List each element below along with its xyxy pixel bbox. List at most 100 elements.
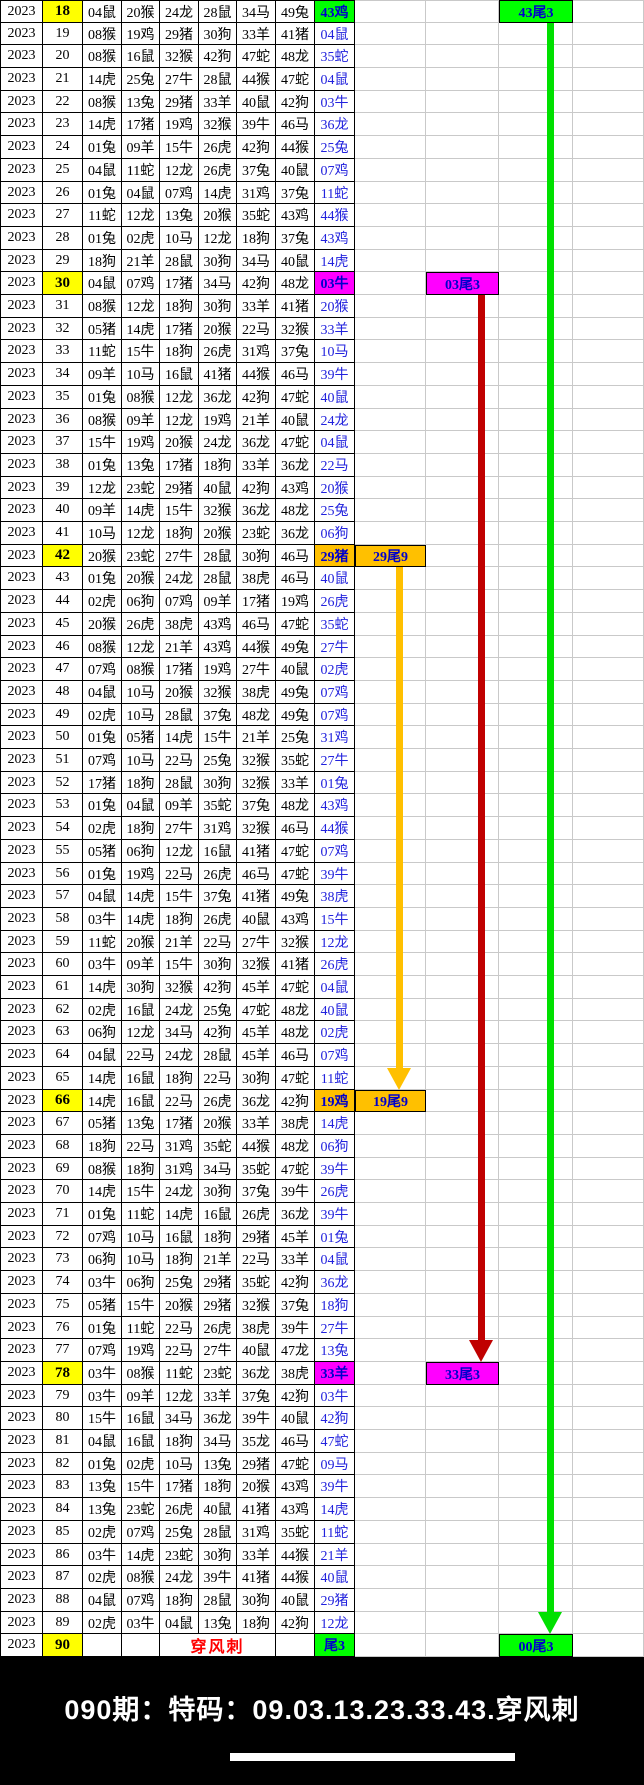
annotation-empty-cell: [573, 999, 644, 1021]
annotation-empty-cell: [573, 91, 644, 113]
number-cell: 30狗: [199, 772, 237, 794]
number-cell: 40鼠: [237, 908, 276, 931]
period-cell: 20: [43, 45, 83, 68]
number-cell: 49兔: [276, 704, 315, 726]
number-cell: 32猴: [199, 681, 237, 704]
number-cell: 28鼠: [199, 567, 237, 590]
number-cell: 07鸡: [122, 1589, 160, 1612]
period-cell: 33: [43, 340, 83, 363]
annotation-empty-cell: [426, 1248, 499, 1271]
number-cell: 07鸡: [83, 749, 122, 772]
annotation-empty-cell: [573, 409, 644, 431]
period-cell: 18: [43, 0, 83, 23]
number-cell: 35蛇: [237, 204, 276, 227]
number-cell: 25兔: [122, 68, 160, 91]
period-cell: 46: [43, 636, 83, 658]
year-cell: 2023: [0, 409, 43, 431]
annotation-empty-cell: [573, 953, 644, 976]
number-cell: 38虎: [237, 681, 276, 704]
number-cell: 46马: [276, 545, 315, 567]
special-number-cell: 44猴: [315, 817, 355, 840]
number-cell: 18狗: [160, 908, 199, 931]
number-cell: 23蛇: [122, 477, 160, 499]
number-cell: 01兔: [83, 567, 122, 590]
number-cell: 31鸡: [199, 817, 237, 840]
number-cell: 15牛: [160, 136, 199, 159]
annotation-empty-cell: [355, 885, 426, 908]
annotation-empty-cell: [426, 227, 499, 250]
annotation-empty-cell: [426, 477, 499, 499]
number-cell: 34马: [237, 0, 276, 23]
number-cell: 26虎: [160, 1498, 199, 1521]
annotation-empty-cell: [355, 1317, 426, 1339]
number-cell: 43鸡: [276, 908, 315, 931]
annotation-empty-cell: [499, 159, 573, 182]
number-cell: 22马: [199, 931, 237, 953]
number-cell: 10马: [122, 363, 160, 386]
annotation-empty-cell: [355, 1521, 426, 1544]
annotation-empty-cell: [426, 68, 499, 91]
number-cell: 16鼠: [122, 1430, 160, 1453]
annotation-empty-cell: [499, 567, 573, 590]
annotation-empty-cell: [355, 1566, 426, 1589]
year-cell: 2023: [0, 431, 43, 454]
number-cell: 15牛: [160, 953, 199, 976]
number-cell: 17猪: [160, 658, 199, 681]
period-cell: 81: [43, 1430, 83, 1453]
year-cell: 2023: [0, 1135, 43, 1158]
number-cell: 32猴: [160, 45, 199, 68]
annotation-empty-cell: [355, 159, 426, 182]
annotation-empty-cell: [573, 749, 644, 772]
special-number-cell: 22马: [315, 454, 355, 477]
number-cell: 32猴: [199, 499, 237, 522]
annotation-empty-cell: [355, 272, 426, 295]
year-cell: 2023: [0, 1271, 43, 1294]
annotation-empty-cell: [573, 1544, 644, 1566]
annotation-empty-cell: [499, 1112, 573, 1135]
year-cell: 2023: [0, 1112, 43, 1135]
annotation-empty-cell: [426, 1317, 499, 1339]
annotation-empty-cell: [355, 295, 426, 318]
year-cell: 2023: [0, 0, 43, 23]
annotation-empty-cell: [355, 522, 426, 545]
period-cell: 74: [43, 1271, 83, 1294]
number-cell: 25兔: [276, 726, 315, 749]
special-number-cell: 09马: [315, 1453, 355, 1475]
annotation-empty-cell: [426, 704, 499, 726]
year-cell: 2023: [0, 658, 43, 681]
special-number-cell: 06狗: [315, 522, 355, 545]
special-number-cell: 04鼠: [315, 1248, 355, 1271]
number-cell: 08猴: [122, 1566, 160, 1589]
number-cell: 33羊: [237, 295, 276, 318]
annotation-empty-cell: [426, 1521, 499, 1544]
special-number-cell: 12龙: [315, 931, 355, 953]
number-cell: 18狗: [199, 454, 237, 477]
number-cell: 18狗: [122, 772, 160, 794]
annotation-empty-cell: [355, 1430, 426, 1453]
year-cell: 2023: [0, 1566, 43, 1589]
annotation-empty-cell: [573, 567, 644, 590]
annotation-empty-cell: [355, 431, 426, 454]
green-arrow-line: [547, 23, 554, 1612]
year-cell: 2023: [0, 204, 43, 227]
number-cell: 33羊: [276, 772, 315, 794]
number-cell: 32猴: [199, 113, 237, 136]
annotation-empty-cell: [355, 681, 426, 704]
number-cell: 36龙: [199, 1407, 237, 1430]
number-cell: 41猪: [199, 363, 237, 386]
annotation-empty-cell: [573, 1044, 644, 1067]
number-cell: 06狗: [122, 1271, 160, 1294]
annotation-empty-cell: [573, 772, 644, 794]
number-cell: 22马: [160, 1317, 199, 1339]
period-cell: 58: [43, 908, 83, 931]
number-cell: 14虎: [83, 1180, 122, 1203]
red-arrow-head-icon: [469, 1340, 493, 1362]
number-cell: 30狗: [199, 953, 237, 976]
annotation-empty-cell: [499, 318, 573, 340]
number-cell: 40鼠: [237, 1339, 276, 1362]
number-cell: 20猴: [237, 1475, 276, 1498]
special-number-cell: 26虎: [315, 1180, 355, 1203]
annotation-empty-cell: [573, 363, 644, 386]
number-cell: 12龙: [160, 409, 199, 431]
number-cell: 02虎: [83, 1521, 122, 1544]
